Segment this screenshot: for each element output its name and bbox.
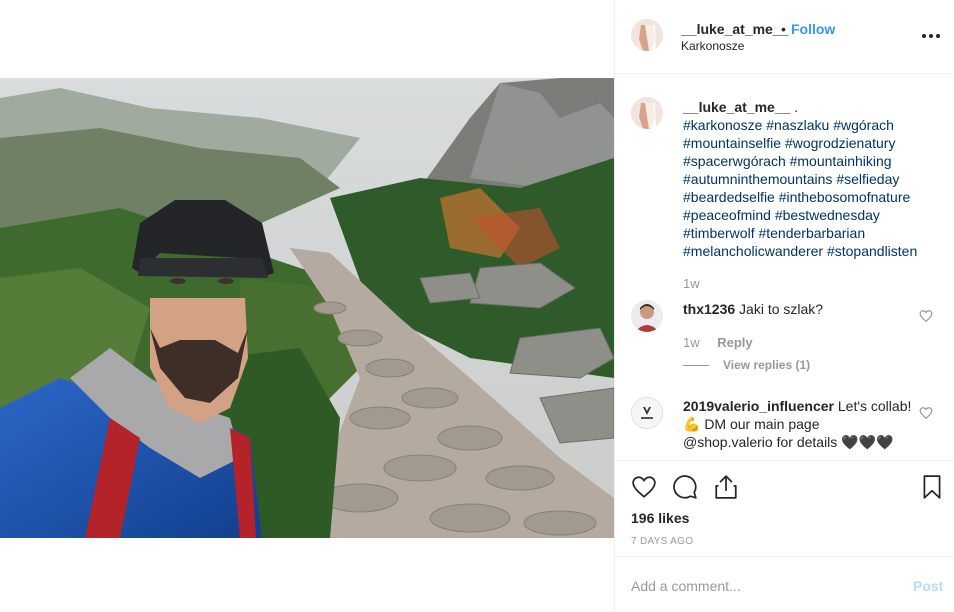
comment-age: 1w	[683, 335, 700, 350]
view-replies[interactable]: View replies (1)	[683, 358, 810, 372]
caption-hashtags[interactable]: #karkonosze #naszlaku #wgórach #mountain…	[683, 117, 917, 259]
caption-username[interactable]: __luke_at_me__	[683, 99, 790, 115]
post-comment-button[interactable]: Post	[913, 578, 943, 594]
caption-avatar[interactable]	[631, 97, 663, 129]
post-caption: __luke_at_me__ . #karkonosze #naszlaku #…	[683, 98, 938, 260]
bookmark-icon[interactable]	[919, 474, 945, 500]
post-header: __luke_at_me__ • Follow Karkonosze	[615, 0, 954, 74]
more-horizontal-icon[interactable]	[921, 26, 941, 46]
post-sidebar: __luke_at_me__ • Follow Karkonosze __luk…	[614, 0, 954, 612]
post-photo[interactable]	[0, 78, 614, 538]
add-comment-input[interactable]	[631, 576, 891, 596]
post-actions: 196 likes 7 DAYS AGO	[615, 460, 954, 556]
comment-text: thx1236 Jaki to szlak?	[683, 301, 823, 317]
comments-list[interactable]: __luke_at_me__ . #karkonosze #naszlaku #…	[615, 75, 954, 460]
likes-count[interactable]: 196 likes	[631, 510, 689, 526]
post-date: 7 DAYS AGO	[631, 536, 694, 547]
comment-like-icon[interactable]	[919, 309, 933, 323]
photo-panel	[0, 0, 614, 612]
commenter-avatar[interactable]	[631, 397, 663, 429]
post-location[interactable]: Karkonosze	[681, 39, 744, 53]
comment-icon[interactable]	[672, 474, 698, 500]
reply-button[interactable]: Reply	[717, 335, 752, 350]
comment-username[interactable]: thx1236	[683, 301, 735, 317]
caption-age: 1w	[683, 276, 700, 291]
separator-dot: •	[781, 21, 786, 37]
follow-button[interactable]: Follow	[791, 21, 835, 37]
heart-icon[interactable]	[631, 474, 657, 500]
comment-meta: 1w Reply	[683, 335, 753, 350]
view-replies-label[interactable]: View replies (1)	[723, 358, 810, 372]
comment-username[interactable]: 2019valerio_influencer	[683, 398, 834, 414]
commenter-avatar[interactable]	[631, 300, 663, 332]
share-icon[interactable]	[713, 474, 739, 500]
author-avatar[interactable]	[631, 19, 663, 51]
comment-like-icon[interactable]	[919, 406, 933, 420]
divider-line	[683, 365, 709, 367]
caption-suffix: .	[790, 99, 799, 115]
comment-text: 2019valerio_influencer Let's collab! 💪 D…	[683, 397, 913, 451]
author-username[interactable]: __luke_at_me__	[681, 21, 788, 37]
add-comment-bar: Post	[615, 556, 954, 612]
comment-body: Jaki to szlak?	[739, 301, 824, 317]
